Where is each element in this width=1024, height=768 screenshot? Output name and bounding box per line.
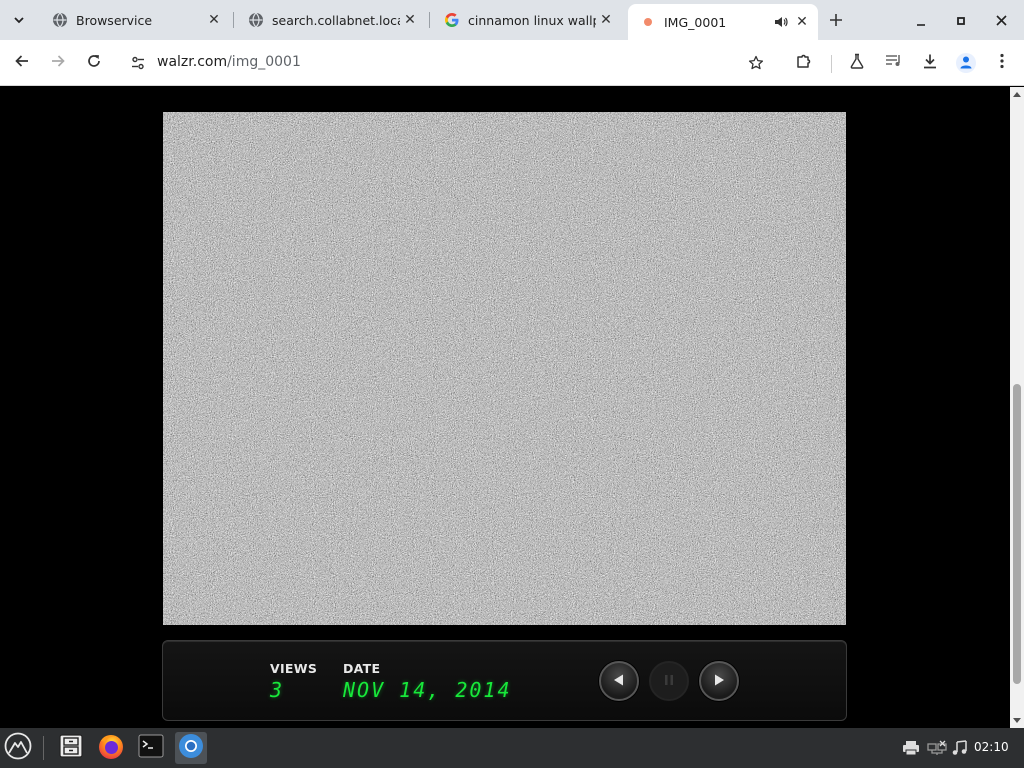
- labs-flask-icon: [849, 53, 865, 73]
- scroll-down-icon[interactable]: [1010, 714, 1024, 728]
- previous-icon: [612, 672, 626, 691]
- profile-button[interactable]: [956, 53, 976, 73]
- pause-button[interactable]: [649, 661, 689, 701]
- menu-button[interactable]: [988, 49, 1016, 77]
- scrollbar-thumb[interactable]: [1013, 384, 1021, 684]
- media-controls-icon: [885, 53, 903, 73]
- close-icon[interactable]: ✕: [204, 10, 224, 30]
- close-icon[interactable]: ✕: [596, 10, 616, 30]
- tab-search-collabnet[interactable]: search.collabnet.local ✕: [236, 4, 426, 36]
- previous-button[interactable]: [599, 661, 639, 701]
- date-label: DATE: [343, 661, 381, 676]
- tab-divider: [233, 12, 234, 28]
- forward-icon: [50, 53, 66, 73]
- chevron-down-icon: [13, 11, 25, 30]
- menu-icon: [1000, 53, 1004, 73]
- views-label: VIEWS: [270, 661, 318, 676]
- globe-icon: [52, 12, 68, 28]
- chromium-icon: [178, 733, 204, 763]
- views-value: 3: [270, 678, 285, 702]
- tab-cinnamon-wallpaper[interactable]: cinnamon linux wallp ✕: [432, 4, 622, 36]
- tab-browservice[interactable]: Browservice ✕: [40, 4, 230, 36]
- minimize-button[interactable]: [909, 8, 933, 32]
- file-manager-button[interactable]: [55, 732, 87, 764]
- extensions-icon: [795, 52, 813, 74]
- close-icon: [995, 11, 1007, 30]
- url-path: /img_0001: [227, 54, 301, 70]
- start-menu-button[interactable]: [2, 732, 34, 764]
- taskbar: 02:10: [0, 728, 1024, 768]
- player-control-bar: VIEWS 3 DATE NOV 14, 2014: [162, 640, 847, 721]
- recording-dot-icon: [640, 14, 656, 30]
- reload-button[interactable]: [80, 49, 108, 77]
- maximize-icon: [956, 11, 966, 30]
- tab-img-0001[interactable]: IMG_0001 ✕: [628, 4, 818, 40]
- toolbar-divider: [831, 55, 832, 73]
- next-icon: [712, 672, 726, 691]
- tab-title: IMG_0001: [664, 14, 727, 30]
- browser-toolbar: walzr.com/img_0001: [0, 40, 1024, 86]
- close-window-button[interactable]: [989, 8, 1013, 32]
- chromium-button[interactable]: [175, 732, 207, 764]
- forward-button[interactable]: [44, 49, 72, 77]
- reload-icon: [86, 53, 102, 73]
- static-noise-image: [163, 112, 846, 625]
- page-scrollbar[interactable]: [1010, 87, 1024, 728]
- maximize-button[interactable]: [949, 8, 973, 32]
- printer-icon[interactable]: [901, 738, 921, 758]
- taskbar-divider: [43, 736, 44, 760]
- tab-title: cinnamon linux wallp: [468, 12, 596, 28]
- downloads-button[interactable]: [916, 49, 944, 77]
- tab-title: search.collabnet.local: [272, 12, 400, 28]
- file-manager-icon: [58, 733, 84, 763]
- firefox-icon: [97, 732, 125, 764]
- firefox-button[interactable]: [95, 732, 127, 764]
- close-icon[interactable]: ✕: [792, 12, 812, 32]
- pause-icon: [663, 672, 675, 691]
- menu-icon: [4, 732, 32, 764]
- terminal-button[interactable]: [135, 732, 167, 764]
- downloads-icon: [922, 53, 938, 73]
- network-icon[interactable]: [927, 738, 947, 758]
- new-tab-button[interactable]: [824, 8, 848, 32]
- back-icon: [14, 53, 30, 73]
- url-domain: walzr.com: [157, 54, 228, 70]
- minimize-icon: [916, 11, 926, 30]
- page-viewport: VIEWS 3 DATE NOV 14, 2014: [0, 87, 1010, 728]
- close-icon[interactable]: ✕: [400, 10, 420, 30]
- next-button[interactable]: [699, 661, 739, 701]
- profile-icon: [959, 54, 973, 73]
- globe-icon: [248, 12, 264, 28]
- scroll-up-icon[interactable]: [1010, 87, 1024, 101]
- bookmark-star-icon[interactable]: [746, 53, 766, 73]
- date-value: NOV 14, 2014: [343, 678, 512, 702]
- media-controls-button[interactable]: [880, 49, 908, 77]
- audio-icon[interactable]: [950, 738, 970, 758]
- labs-button[interactable]: [843, 49, 871, 77]
- google-g-icon: [444, 12, 460, 28]
- back-button[interactable]: [8, 49, 36, 77]
- tab-divider: [429, 12, 430, 28]
- clock[interactable]: 02:10: [974, 740, 1009, 754]
- tab-strip: Browservice ✕ search.collabnet.local ✕ c…: [0, 0, 1024, 40]
- tab-title: Browservice: [76, 12, 153, 28]
- url-text[interactable]: walzr.com/img_0001: [157, 54, 301, 70]
- site-info-icon[interactable]: [128, 53, 148, 73]
- extensions-button[interactable]: [790, 49, 818, 77]
- terminal-icon: [138, 733, 164, 763]
- address-bar[interactable]: walzr.com/img_0001: [120, 45, 776, 81]
- speaker-icon[interactable]: [772, 13, 790, 31]
- plus-icon: [829, 8, 843, 32]
- tab-search-button[interactable]: [6, 7, 32, 33]
